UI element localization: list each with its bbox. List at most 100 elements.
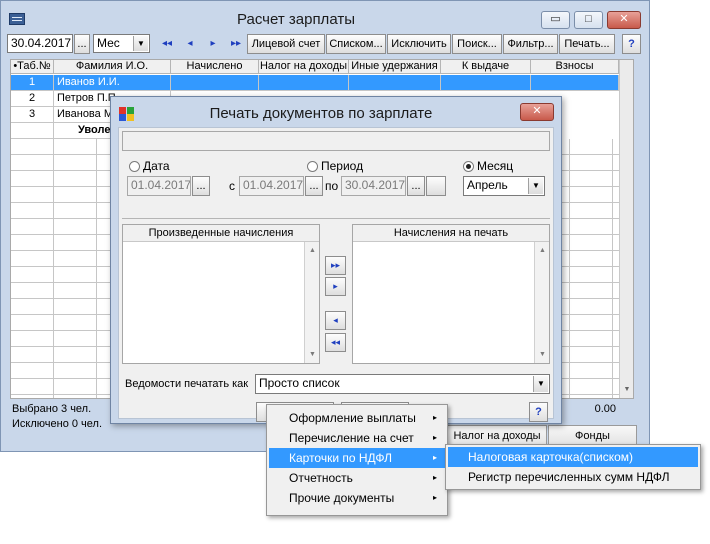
col-header-tab-number[interactable]: •Таб.№ — [11, 60, 54, 74]
info-field — [122, 131, 550, 151]
month-radio[interactable] — [463, 161, 474, 172]
window-title: Расчет зарплаты — [237, 11, 355, 28]
month-select[interactable]: Апрель ▼ — [463, 176, 545, 196]
minimize-button[interactable]: ▭ — [541, 11, 570, 29]
row-name: Иванов И.И. — [54, 75, 171, 91]
to-extra-button[interactable] — [426, 176, 446, 196]
col-header-accrued[interactable]: Начислено — [171, 60, 259, 74]
to-label: по — [325, 179, 339, 193]
print-accruals-list[interactable]: Начисления на печать ▲ ▼ — [352, 224, 550, 364]
row-number: 2 — [11, 91, 54, 107]
chevron-right-icon: ▸ — [432, 493, 437, 502]
scroll-down-icon[interactable]: ▼ — [621, 384, 633, 396]
maximize-button[interactable]: □ — [574, 11, 603, 29]
col-header-contributions[interactable]: Взносы — [531, 60, 619, 74]
dialog-body: Дата 01.04.2017 ... с 01.04.2017 ... Пер… — [118, 127, 554, 422]
chevron-down-icon[interactable]: ▼ — [133, 36, 148, 51]
col-header-name[interactable]: Фамилия И.О. — [54, 60, 171, 74]
dialog-title: Печать документов по зарплате — [209, 105, 433, 122]
submenu-item-tax-card[interactable]: Налоговая карточка(списком) — [448, 447, 698, 467]
row-number — [11, 123, 54, 139]
search-button[interactable]: Поиск... — [452, 34, 502, 54]
print-button[interactable]: Печать... — [559, 34, 615, 54]
dialog-close-button[interactable]: ✕ — [520, 103, 554, 121]
menu-item-label: Карточки по НДФЛ — [289, 451, 393, 465]
date-label: Дата — [143, 159, 170, 173]
exclude-button[interactable]: Исключить — [387, 34, 451, 54]
row-cell — [441, 75, 531, 91]
from-field[interactable]: 01.04.2017 — [239, 176, 304, 196]
month-label: Месяц — [477, 159, 514, 173]
accruals-list[interactable]: Произведенные начисления ▲ ▼ — [122, 224, 320, 364]
date-input[interactable]: 30.04.2017 — [7, 34, 73, 53]
ndfl-submenu: Налоговая карточка(списком) Регистр пере… — [445, 444, 701, 490]
date-radio[interactable] — [129, 161, 140, 172]
row-number: 3 — [11, 107, 54, 123]
date-dots-button[interactable]: ... — [192, 176, 210, 196]
accruals-list-header: Произведенные начисления — [123, 225, 319, 242]
scroll-up-icon[interactable]: ▲ — [306, 244, 319, 257]
chevron-right-icon: ▸ — [432, 473, 437, 482]
menu-item-bank-transfer[interactable]: Перечисление на счет ▸ — [269, 428, 445, 448]
chevron-down-icon[interactable]: ▼ — [528, 178, 543, 194]
submenu-item-ndfl-register[interactable]: Регистр перечисленных сумм НДФЛ — [448, 467, 698, 487]
dialog-help-button[interactable]: ? — [529, 402, 548, 422]
row-cell — [349, 75, 441, 91]
move-right-button[interactable]: ▸ — [325, 277, 346, 296]
list-button[interactable]: Списком... — [326, 34, 386, 54]
scroll-up-icon[interactable]: ▲ — [536, 244, 549, 257]
print-accruals-list-header: Начисления на печать — [353, 225, 549, 242]
row-cell — [171, 75, 259, 91]
scroll-down-icon[interactable]: ▼ — [536, 348, 549, 361]
menu-item-reports[interactable]: Отчетность ▸ — [269, 468, 445, 488]
print-as-label: Ведомости печатать как — [125, 378, 249, 390]
to-field[interactable]: 30.04.2017 — [341, 176, 406, 196]
personal-account-button[interactable]: Лицевой счет — [247, 34, 325, 54]
from-dots-button[interactable]: ... — [305, 176, 323, 196]
table-row[interactable]: 1 Иванов И.И. — [11, 75, 619, 91]
from-label: с — [229, 179, 235, 193]
date-field[interactable]: 01.04.2017 — [127, 176, 191, 196]
print-accruals-scrollbar[interactable]: ▲ ▼ — [534, 242, 549, 363]
print-as-value: Просто список — [259, 376, 340, 390]
nav-next-icon[interactable]: ▸ — [202, 34, 224, 54]
grid-scrollbar[interactable]: ▼ — [619, 60, 633, 398]
row-cell — [531, 75, 619, 91]
nav-prev-icon[interactable]: ◂ — [179, 34, 201, 54]
status-excluded: Исключено 0 чел. — [12, 418, 102, 430]
date-picker-button[interactable]: ... — [74, 34, 90, 54]
col-header-income-tax[interactable]: Налог на доходы — [259, 60, 349, 74]
period-radio[interactable] — [307, 161, 318, 172]
col-header-payout[interactable]: К выдаче — [441, 60, 531, 74]
accruals-scrollbar[interactable]: ▲ ▼ — [304, 242, 319, 363]
period-label: Период — [321, 159, 364, 173]
move-left-button[interactable]: ◂ — [325, 311, 346, 330]
menu-item-label: Отчетность — [289, 471, 353, 485]
filter-button[interactable]: Фильтр... — [503, 34, 558, 54]
status-selected: Выбрано 3 чел. — [12, 403, 92, 415]
nav-last-icon[interactable]: ▸▸ — [225, 34, 247, 54]
move-all-left-button[interactable]: ◂◂ — [325, 333, 346, 352]
menu-item-payment[interactable]: Оформление выплаты ▸ — [269, 408, 445, 428]
divider — [122, 218, 550, 219]
menu-item-ndfl-cards[interactable]: Карточки по НДФЛ ▸ — [269, 448, 445, 468]
chevron-right-icon: ▸ — [432, 453, 437, 462]
title-bar[interactable]: Расчет зарплаты ▭ □ ✕ — [1, 1, 649, 33]
nav-first-icon[interactable]: ◂◂ — [156, 34, 178, 54]
close-button[interactable]: ✕ — [607, 11, 641, 29]
month-value: Апрель — [467, 178, 508, 192]
print-dialog: Печать документов по зарплате ✕ Дата 01.… — [110, 96, 562, 424]
period-select[interactable]: Мес ▼ — [93, 34, 150, 53]
chevron-down-icon[interactable]: ▼ — [533, 376, 548, 392]
move-all-right-button[interactable]: ▸▸ — [325, 256, 346, 275]
row-number: 1 — [11, 75, 54, 91]
menu-item-other-documents[interactable]: Прочие документы ▸ — [269, 488, 445, 508]
col-header-other-deductions[interactable]: Иные удержания — [349, 60, 441, 74]
to-dots-button[interactable]: ... — [407, 176, 425, 196]
period-value: Мес — [97, 36, 120, 50]
chevron-right-icon: ▸ — [432, 433, 437, 442]
help-button[interactable]: ? — [622, 34, 641, 54]
scroll-down-icon[interactable]: ▼ — [306, 348, 319, 361]
print-context-menu: Оформление выплаты ▸ Перечисление на сче… — [266, 404, 448, 516]
print-as-select[interactable]: Просто список ▼ — [255, 374, 550, 394]
